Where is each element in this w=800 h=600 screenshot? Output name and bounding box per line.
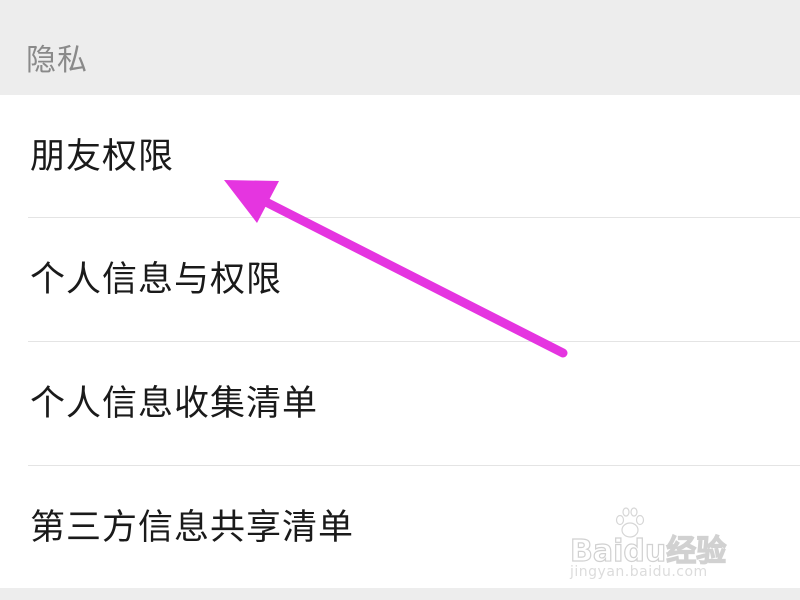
list-item-personal-info-collection[interactable]: 个人信息收集清单 bbox=[0, 342, 800, 465]
section-title: 隐私 bbox=[26, 43, 88, 78]
list-item-personal-info-permissions[interactable]: 个人信息与权限 bbox=[0, 218, 800, 341]
list-item-friend-permissions[interactable]: 朋友权限 bbox=[0, 95, 800, 218]
watermark-url: jingyan.baidu.com bbox=[570, 564, 708, 580]
section-header: 隐私 bbox=[0, 0, 800, 95]
list-item-label: 个人信息与权限 bbox=[30, 260, 283, 300]
list-item-label: 个人信息收集清单 bbox=[30, 384, 319, 424]
baidu-watermark: Baidu经验 jingyan.baidu.com bbox=[556, 506, 756, 586]
list-item-label: 朋友权限 bbox=[30, 137, 175, 177]
bottom-gap bbox=[0, 588, 800, 600]
list-item-label: 第三方信息共享清单 bbox=[30, 508, 355, 548]
privacy-settings-screen: 隐私 朋友权限 个人信息与权限 个人信息收集清单 第三方信息共享清单 Baidu… bbox=[0, 0, 800, 600]
